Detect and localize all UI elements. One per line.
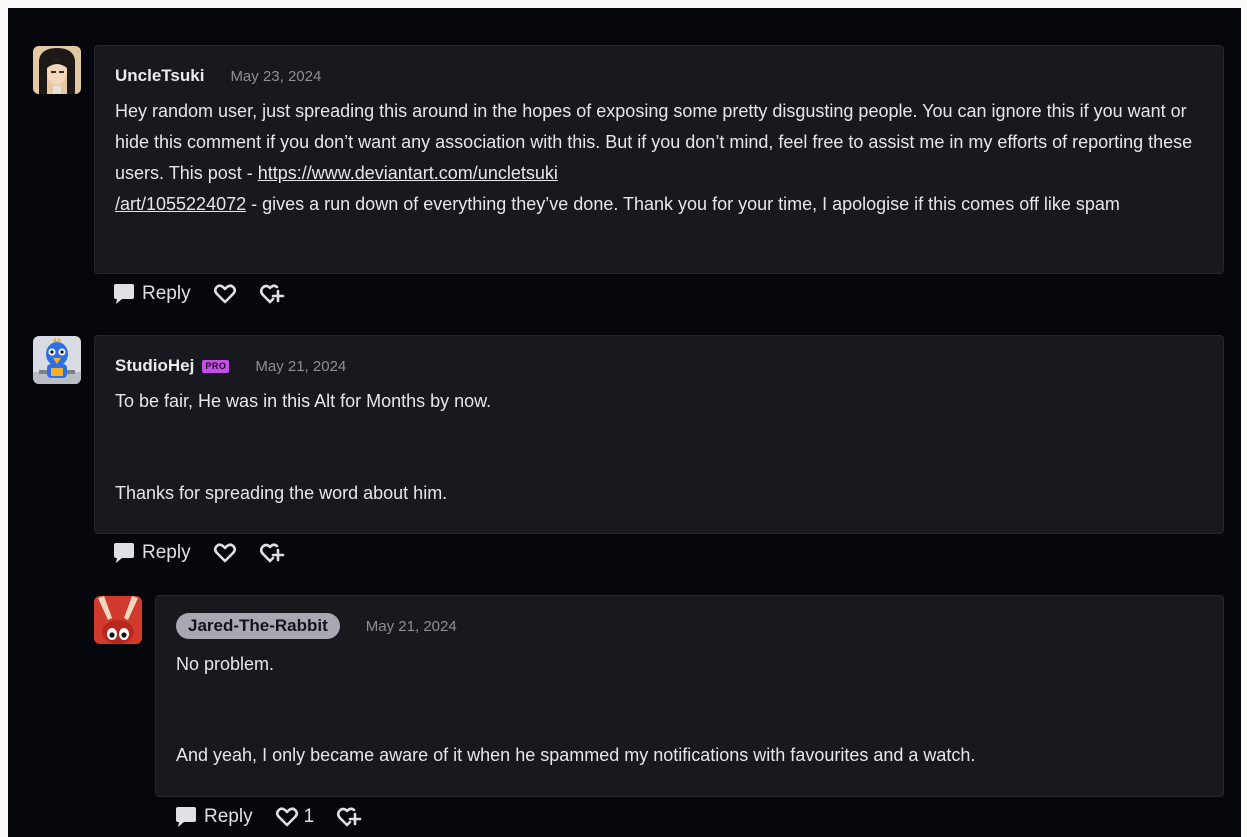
anime-character-avatar-icon (33, 46, 81, 94)
post-link-line2: /art/1055224072 (115, 194, 247, 214)
comment-date[interactable]: May 21, 2024 (366, 618, 457, 635)
like-button[interactable] (213, 283, 237, 305)
reply-button[interactable]: Reply (112, 283, 191, 305)
comment-actions: Reply (112, 283, 307, 305)
username[interactable]: Jared-The-Rabbit (176, 613, 340, 639)
comment-jared-the-rabbit: Jared-The-Rabbit May 21, 2024 No problem… (8, 588, 1241, 837)
blue-bird-avatar-icon (33, 336, 81, 384)
comment-paragraph-2: And yeah, I only became aware of it when… (176, 745, 976, 765)
comment-body: Hey random user, just spreading this aro… (115, 96, 1210, 220)
username[interactable]: UncleTsuki (115, 66, 204, 86)
reply-button[interactable]: Reply (174, 806, 253, 828)
username[interactable]: StudioHej (115, 356, 194, 376)
reply-label: Reply (204, 806, 253, 827)
comment-date[interactable]: May 21, 2024 (255, 358, 346, 375)
favourite-button[interactable] (259, 542, 285, 564)
heart-plus-icon (259, 543, 284, 563)
comment-text-continued: - gives a run down of everything they’ve… (246, 194, 1120, 214)
reply-label: Reply (142, 283, 191, 304)
comment-paragraph-1: To be fair, He was in this Alt for Month… (115, 391, 492, 411)
comment-actions: Reply 1 (174, 806, 384, 828)
like-button[interactable] (213, 542, 237, 564)
heart-icon (275, 807, 298, 827)
avatar[interactable] (94, 596, 142, 644)
comment-actions: Reply (112, 542, 307, 564)
favourite-button[interactable] (259, 283, 285, 305)
comment-paragraph-2: Thanks for spreading the word about him. (115, 483, 448, 503)
favourite-button[interactable] (336, 806, 362, 828)
heart-plus-icon (259, 284, 284, 304)
pro-badge: PRO (202, 359, 230, 373)
like-count: 1 (303, 806, 315, 827)
comment-card: StudioHej PRO May 21, 2024 To be fair, H… (94, 335, 1224, 534)
avatar[interactable] (33, 336, 81, 384)
speech-bubble-icon (176, 807, 196, 827)
comment-uncletsuki: UncleTsuki May 23, 2024 Hey random user,… (8, 8, 1241, 328)
speech-bubble-icon (114, 543, 134, 563)
speech-bubble-icon (114, 284, 134, 304)
comment-card: UncleTsuki May 23, 2024 Hey random user,… (94, 45, 1224, 274)
red-rabbit-avatar-icon (94, 596, 142, 644)
heart-icon (213, 284, 236, 304)
comment-date[interactable]: May 23, 2024 (230, 68, 321, 85)
comment-card: Jared-The-Rabbit May 21, 2024 No problem… (155, 595, 1224, 797)
reply-button[interactable]: Reply (112, 542, 191, 564)
heart-plus-icon (337, 807, 362, 827)
comment-studiohej: StudioHej PRO May 21, 2024 To be fair, H… (8, 328, 1241, 588)
comments-section: UncleTsuki May 23, 2024 Hey random user,… (8, 8, 1241, 837)
reply-label: Reply (142, 542, 191, 563)
avatar[interactable] (33, 46, 81, 94)
heart-icon (213, 543, 236, 563)
like-button[interactable]: 1 (275, 806, 315, 828)
comment-paragraph-1: No problem. (176, 654, 275, 674)
post-link-line1: https://www.deviantart.com/uncletsuki (257, 163, 558, 183)
